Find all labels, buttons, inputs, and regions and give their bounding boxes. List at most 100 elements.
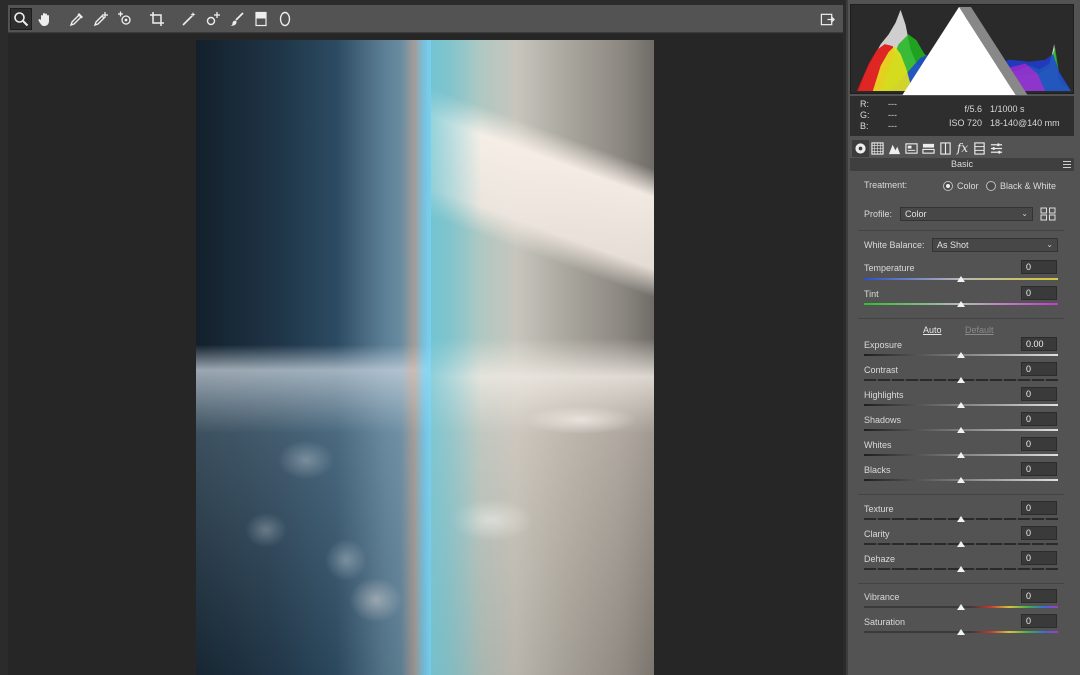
basic-tab-icon[interactable] — [852, 139, 869, 157]
shadows-input[interactable]: 0 — [1021, 412, 1057, 426]
vibrance-label: Vibrance — [864, 592, 900, 602]
tint-label: Tint — [864, 289, 879, 299]
profile-browser-icon[interactable] — [1040, 207, 1056, 221]
aperture-value: f/5.6 — [964, 104, 982, 114]
texture-slider-thumb[interactable] — [957, 516, 965, 522]
ellipse-icon[interactable] — [274, 8, 296, 30]
magnifier-icon[interactable] — [10, 7, 32, 30]
auto-button[interactable]: Auto — [923, 325, 942, 335]
open-preferences-icon[interactable] — [817, 9, 837, 29]
blacks-label: Blacks — [864, 465, 891, 475]
blacks-slider-thumb[interactable] — [957, 477, 965, 483]
lens-value: 18-140@140 mm — [990, 118, 1060, 128]
wand-icon[interactable] — [178, 8, 200, 30]
r-value: --- — [888, 99, 897, 109]
eyedropper-plus-icon[interactable] — [90, 8, 112, 30]
highlights-slider-thumb[interactable] — [957, 402, 965, 408]
split-toning-tab-icon[interactable] — [920, 140, 937, 157]
divider — [858, 230, 1064, 231]
contrast-label: Contrast — [864, 365, 899, 375]
iso-value: ISO 720 — [948, 118, 982, 128]
spot-icon[interactable] — [202, 8, 224, 30]
texture-label: Texture — [864, 504, 894, 514]
default-button[interactable]: Default — [965, 325, 994, 335]
saturation-slider-thumb[interactable] — [957, 629, 965, 635]
white-balance-value: As Shot — [937, 240, 969, 250]
temperature-input[interactable]: 0 — [1021, 260, 1057, 274]
shutter-value: 1/1000 s — [990, 104, 1025, 114]
tint-slider-thumb[interactable] — [957, 301, 965, 307]
hsl-tab-icon[interactable] — [903, 140, 920, 157]
blacks-input[interactable]: 0 — [1021, 462, 1057, 476]
profile-value: Color — [905, 209, 927, 219]
crop-icon[interactable] — [146, 8, 168, 30]
section-header: Basic — [850, 158, 1074, 171]
temperature-slider-thumb[interactable] — [957, 276, 965, 282]
image-preview-area[interactable] — [8, 34, 843, 675]
contrast-slider-thumb[interactable] — [957, 377, 965, 383]
graduated-icon[interactable] — [250, 8, 272, 30]
detail-tab-icon[interactable] — [886, 140, 903, 157]
divider — [858, 583, 1064, 584]
r-label: R: — [860, 99, 869, 109]
temperature-label: Temperature — [864, 263, 915, 273]
chevron-down-icon: ⌄ — [1021, 209, 1028, 218]
clarity-slider-thumb[interactable] — [957, 541, 965, 547]
tint-input[interactable]: 0 — [1021, 286, 1057, 300]
b-label: B: — [860, 121, 869, 131]
saturation-input[interactable]: 0 — [1021, 614, 1057, 628]
whites-input[interactable]: 0 — [1021, 437, 1057, 451]
profile-dropdown[interactable]: Color ⌄ — [900, 207, 1033, 221]
clarity-label: Clarity — [864, 529, 890, 539]
calibration-tab-icon[interactable] — [971, 140, 988, 157]
info-readout: R: --- G: --- B: --- f/5.6 1/1000 s ISO 720 1… — [850, 96, 1074, 136]
shadows-slider-thumb[interactable] — [957, 427, 965, 433]
target-icon[interactable] — [114, 8, 136, 30]
panel-tabs: fx — [850, 138, 1074, 158]
treatment-bw-label[interactable]: Black & White — [1000, 181, 1056, 191]
white-balance-label: White Balance: — [864, 240, 925, 250]
dehaze-slider-thumb[interactable] — [957, 566, 965, 572]
histogram — [848, 4, 1074, 95]
vibrance-input[interactable]: 0 — [1021, 589, 1057, 603]
section-title: Basic — [950, 159, 973, 169]
eyedropper-icon[interactable] — [66, 8, 88, 30]
saturation-label: Saturation — [864, 617, 906, 627]
photo-left-half — [196, 40, 431, 675]
dehaze-label: Dehaze — [864, 554, 896, 564]
lens-corrections-tab-icon[interactable] — [937, 140, 954, 157]
contrast-input[interactable]: 0 — [1021, 362, 1057, 376]
divider — [858, 318, 1064, 319]
effects-tab-icon[interactable]: fx — [954, 140, 971, 157]
treatment-bw-radio[interactable] — [986, 181, 996, 191]
texture-input[interactable]: 0 — [1021, 501, 1057, 515]
panel-menu-icon[interactable] — [1063, 161, 1071, 168]
treatment-label: Treatment: — [864, 180, 908, 190]
vibrance-slider-thumb[interactable] — [957, 604, 965, 610]
highlight-clipping-icon[interactable] — [848, 7, 1070, 95]
dehaze-input[interactable]: 0 — [1021, 551, 1057, 565]
shadows-label: Shadows — [864, 415, 902, 425]
presets-tab-icon[interactable] — [988, 140, 1005, 157]
chevron-down-icon: ⌄ — [1046, 240, 1053, 249]
treatment-color-label[interactable]: Color — [957, 181, 979, 191]
exposure-slider-thumb[interactable] — [957, 352, 965, 358]
rgb-readout: R: --- G: --- B: --- — [860, 99, 916, 132]
clarity-input[interactable]: 0 — [1021, 526, 1057, 540]
toolbar — [8, 5, 843, 33]
hand-icon[interactable] — [34, 8, 56, 30]
b-value: --- — [888, 121, 897, 131]
white-balance-dropdown[interactable]: As Shot ⌄ — [932, 238, 1058, 252]
whites-label: Whites — [864, 440, 892, 450]
g-value: --- — [888, 110, 897, 120]
whites-slider-thumb[interactable] — [957, 452, 965, 458]
highlights-label: Highlights — [864, 390, 904, 400]
brush-icon[interactable] — [226, 8, 248, 30]
photo-preview — [196, 40, 654, 675]
highlights-input[interactable]: 0 — [1021, 387, 1057, 401]
g-label: G: — [860, 110, 870, 120]
profile-label: Profile: — [864, 209, 893, 219]
treatment-color-radio[interactable] — [943, 181, 953, 191]
exposure-input[interactable]: 0.00 — [1021, 337, 1057, 351]
tone-curve-tab-icon[interactable] — [869, 140, 886, 157]
